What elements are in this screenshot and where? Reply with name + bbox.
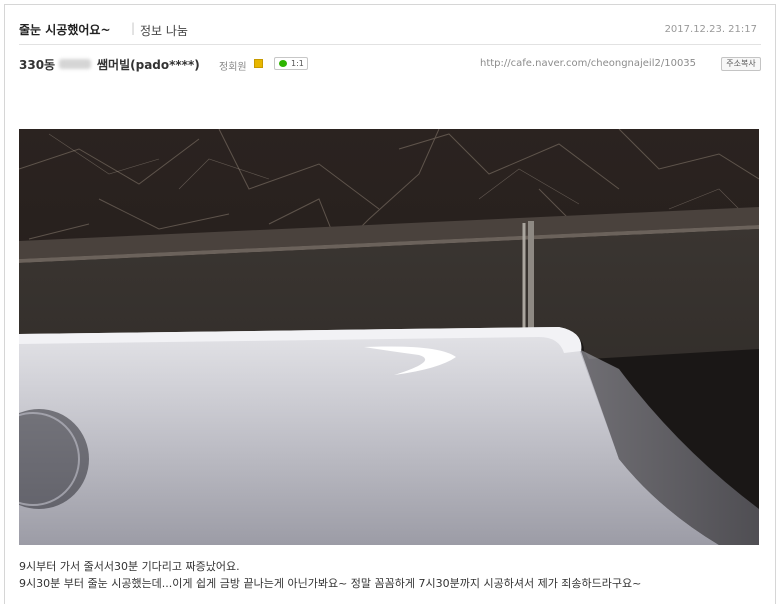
title-separator: | — [131, 21, 136, 35]
member-level: 정회원 — [219, 62, 247, 73]
post-photo[interactable] — [19, 129, 759, 545]
post-url-link[interactable]: http://cafe.naver.com/cheongnajeil2/1003… — [480, 58, 696, 69]
author-name-link[interactable]: 쌤머빌(pado****) — [97, 56, 200, 73]
blurred-unit-number — [59, 59, 91, 69]
board-link[interactable]: 정보 나눔 — [140, 22, 188, 39]
author-dong: 330동 — [19, 58, 56, 72]
copy-address-button[interactable]: 주소복사 — [721, 57, 761, 71]
chat-button-label: 1:1 — [291, 59, 304, 68]
level-badge-icon — [254, 59, 263, 68]
body-line-2: 9시30분 부터 줄눈 시공했는데...이게 쉽게 금방 끝나는게 아닌가봐요~… — [19, 577, 642, 590]
post-title: 줄눈 시공했어요~ — [19, 23, 111, 37]
post-header: 줄눈 시공했어요~ | 정보 나눔 2017.12.23. 21:17 — [19, 20, 761, 45]
post-body: 9시부터 가서 줄서서30분 기다리고 짜증났어요. 9시30분 부터 줄눈 시… — [19, 558, 779, 592]
body-line-1: 9시부터 가서 줄서서30분 기다리고 짜증났어요. — [19, 560, 240, 573]
one-to-one-chat-button[interactable]: 1:1 — [274, 57, 308, 70]
chat-bubble-icon — [279, 60, 287, 67]
author-row: 330동 쌤머빌(pado****) 정회원 1:1 http://cafe.n… — [19, 55, 761, 75]
post-date: 2017.12.23. 21:17 — [664, 24, 757, 35]
bathtub-grout-image — [19, 129, 759, 545]
